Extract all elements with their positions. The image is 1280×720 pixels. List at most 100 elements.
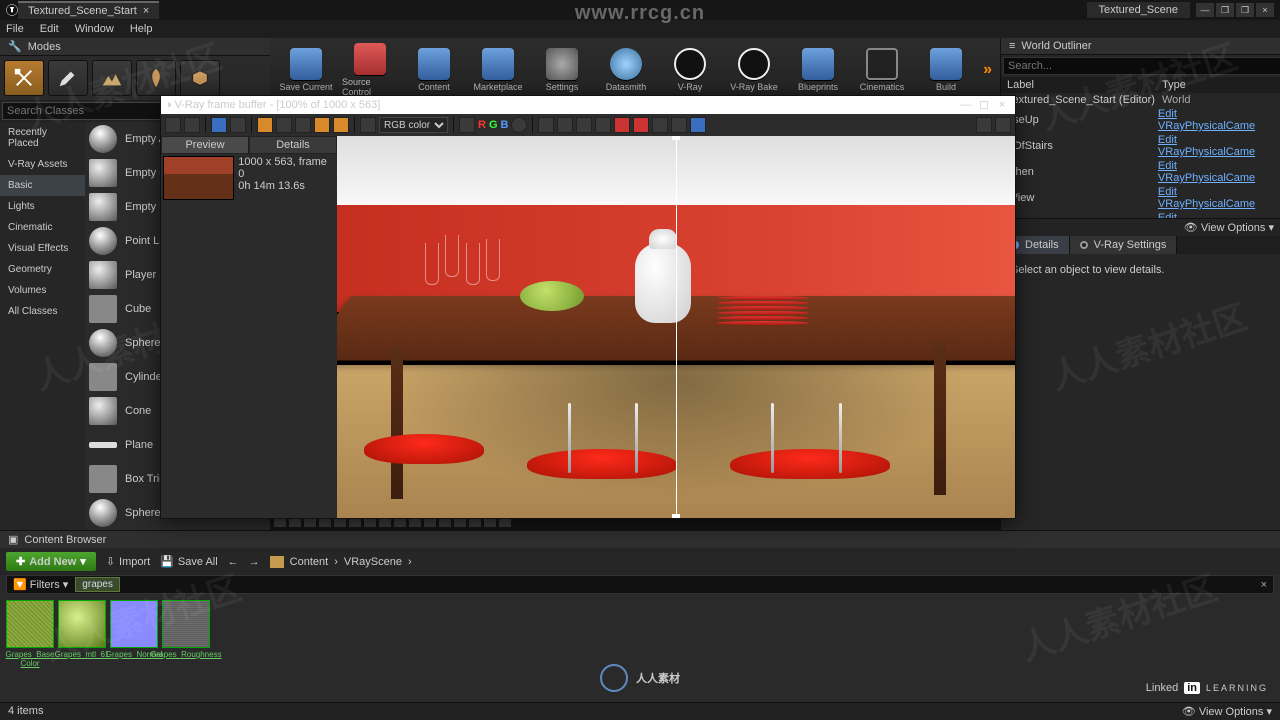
- channel-r[interactable]: R: [478, 119, 486, 131]
- rib-source-control[interactable]: Source Control: [342, 42, 398, 98]
- import-button[interactable]: ⇩ Import: [106, 555, 150, 568]
- vfb-tool-btn[interactable]: [595, 117, 611, 133]
- rib-vray-bake[interactable]: V-Ray Bake: [726, 42, 782, 98]
- vfb-tool-btn[interactable]: [295, 117, 311, 133]
- cat-lights[interactable]: Lights: [0, 196, 85, 217]
- row-type[interactable]: Edit VRayPhysicalCame: [1158, 160, 1274, 184]
- rib-build[interactable]: Build: [918, 42, 974, 98]
- rib-datasmith[interactable]: Datasmith: [598, 42, 654, 98]
- vfb-tool-btn[interactable]: [276, 117, 292, 133]
- rib-vray[interactable]: V-Ray: [662, 42, 718, 98]
- vfb-history-item[interactable]: 1000 x 563, frame 0 0h 14m 13.6s: [161, 154, 337, 202]
- save-all-button[interactable]: 💾 Save All: [160, 555, 217, 568]
- rib-marketplace[interactable]: Marketplace: [470, 42, 526, 98]
- vfb-tool-btn[interactable]: [230, 117, 246, 133]
- vfb-tab-details[interactable]: Details: [249, 136, 337, 154]
- asset-item[interactable]: Grapes_Base Color: [6, 600, 54, 668]
- menu-file[interactable]: File: [6, 23, 24, 35]
- cat-vray-assets[interactable]: V-Ray Assets: [0, 154, 85, 175]
- window-close-button[interactable]: ×: [1256, 3, 1274, 17]
- col-type[interactable]: Type: [1162, 79, 1186, 91]
- rib-cinematics[interactable]: Cinematics: [854, 42, 910, 98]
- vfb-titlebar[interactable]: ◑ V-Ray frame buffer - [100% of 1000 x 5…: [161, 96, 1015, 114]
- vfb-tool-btn[interactable]: [557, 117, 573, 133]
- vfb-tool-btn[interactable]: [614, 117, 630, 133]
- vfb-tool-btn[interactable]: [211, 117, 227, 133]
- cat-volumes[interactable]: Volumes: [0, 280, 85, 301]
- close-icon[interactable]: ×: [143, 5, 149, 17]
- vfb-tool-btn[interactable]: [633, 117, 649, 133]
- nav-back-icon[interactable]: ←: [228, 556, 239, 568]
- cat-visual-effects[interactable]: Visual Effects: [0, 238, 85, 259]
- outliner-search[interactable]: [1003, 57, 1280, 75]
- vfb-min-button[interactable]: —: [957, 99, 975, 111]
- add-new-button[interactable]: ✚ Add New ▾: [6, 552, 96, 571]
- vfb-tool-btn[interactable]: [360, 117, 376, 133]
- outliner-row[interactable]: dsTVEdit VRayPhysicalCame: [1001, 211, 1280, 218]
- channel-g[interactable]: G: [489, 119, 498, 131]
- mode-landscape[interactable]: [92, 60, 132, 96]
- outliner-row[interactable]: oseUpEdit VRayPhysicalCame: [1001, 107, 1280, 133]
- rib-content[interactable]: Content: [406, 42, 462, 98]
- outliner-row[interactable]: nOfStairsEdit VRayPhysicalCame: [1001, 133, 1280, 159]
- tab-vray-settings[interactable]: V-Ray Settings: [1070, 236, 1178, 254]
- vfb-max-button[interactable]: ☐: [975, 99, 993, 112]
- vfb-render-view[interactable]: [337, 136, 1015, 518]
- filters-button[interactable]: 🔽 Filters ▾: [7, 576, 74, 593]
- mode-foliage[interactable]: [136, 60, 176, 96]
- window-restore-button[interactable]: ❐: [1216, 3, 1234, 17]
- mode-place[interactable]: [4, 60, 44, 96]
- cb-view-options[interactable]: 👁 View Options ▾: [1182, 705, 1272, 718]
- titlebar-tab[interactable]: Textured_Scene_Start×: [18, 1, 159, 19]
- channel-b[interactable]: B: [501, 119, 509, 131]
- vfb-tool-btn[interactable]: [257, 117, 273, 133]
- mode-paint[interactable]: [48, 60, 88, 96]
- vfb-close-button[interactable]: ×: [993, 99, 1011, 111]
- vfb-tool-btn[interactable]: [314, 117, 330, 133]
- cat-cinematic[interactable]: Cinematic: [0, 217, 85, 238]
- ribbon-overflow-icon[interactable]: »: [983, 61, 992, 79]
- window-min-button[interactable]: —: [1196, 3, 1214, 17]
- vfb-tool-btn[interactable]: [184, 117, 200, 133]
- cat-all-classes[interactable]: All Classes: [0, 301, 85, 322]
- rib-blueprints[interactable]: Blueprints: [790, 42, 846, 98]
- rib-settings[interactable]: Settings: [534, 42, 590, 98]
- crumb-content[interactable]: Content: [290, 556, 329, 568]
- nav-fwd-icon[interactable]: →: [249, 556, 260, 568]
- crumb-vrayscene[interactable]: VRayScene: [344, 556, 402, 568]
- ab-split-handle-top[interactable]: [672, 136, 680, 140]
- outliner-row[interactable]: Textured_Scene_Start (Editor)World: [1001, 93, 1280, 107]
- outliner-row[interactable]: tchenEdit VRayPhysicalCame: [1001, 159, 1280, 185]
- ab-split-line[interactable]: [676, 136, 677, 518]
- vfb-tool-btn[interactable]: [995, 117, 1011, 133]
- outliner-view-options[interactable]: 👁 View Options ▾: [1184, 221, 1274, 234]
- vfb-tool-btn[interactable]: [690, 117, 706, 133]
- vfb-channel-select[interactable]: RGB color: [379, 117, 448, 133]
- window-max-button[interactable]: ❐: [1236, 3, 1254, 17]
- vfb-tab-preview[interactable]: Preview: [161, 136, 249, 154]
- vfb-tool-btn[interactable]: [976, 117, 992, 133]
- mode-geometry[interactable]: [180, 60, 220, 96]
- vfb-tool-btn[interactable]: [652, 117, 668, 133]
- cat-basic[interactable]: Basic: [0, 175, 85, 196]
- outliner-row[interactable]: rViewEdit VRayPhysicalCame: [1001, 185, 1280, 211]
- outliner-list[interactable]: Textured_Scene_Start (Editor)World oseUp…: [1001, 93, 1280, 218]
- vfb-tool-btn[interactable]: [671, 117, 687, 133]
- asset-item[interactable]: Grapes_Roughness: [162, 600, 210, 659]
- row-type[interactable]: Edit VRayPhysicalCame: [1158, 134, 1274, 158]
- menu-edit[interactable]: Edit: [40, 23, 59, 35]
- clear-filter-icon[interactable]: ×: [1255, 579, 1273, 591]
- vfb-tool-btn[interactable]: [333, 117, 349, 133]
- menu-help[interactable]: Help: [130, 23, 153, 35]
- row-type[interactable]: Edit VRayPhysicalCame: [1158, 108, 1274, 132]
- vfb-tool-btn[interactable]: [511, 117, 527, 133]
- cat-recently-placed[interactable]: Recently Placed: [0, 122, 85, 154]
- ab-split-handle-bottom[interactable]: [672, 514, 680, 518]
- menu-window[interactable]: Window: [75, 23, 114, 35]
- vfb-tool-btn[interactable]: [165, 117, 181, 133]
- vfb-tool-btn[interactable]: [459, 117, 475, 133]
- col-label[interactable]: Label: [1007, 79, 1162, 91]
- rib-save-current[interactable]: Save Current: [278, 42, 334, 98]
- vfb-tool-btn[interactable]: [576, 117, 592, 133]
- cat-geometry[interactable]: Geometry: [0, 259, 85, 280]
